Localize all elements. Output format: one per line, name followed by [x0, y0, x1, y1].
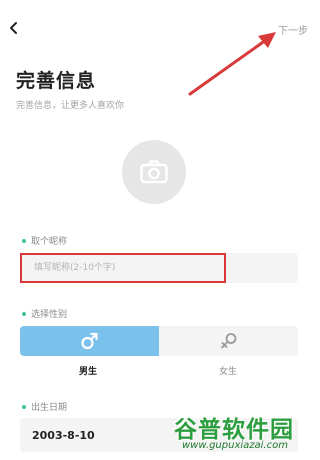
birth-label-text: 出生日期	[31, 403, 68, 413]
female-symbol-icon	[221, 333, 237, 349]
watermark: 谷普软件园 www.gupuxiazai.com	[172, 408, 320, 460]
watermark-url: www.gupuxiazai.com	[182, 440, 288, 451]
avatar-upload-button[interactable]	[122, 140, 186, 204]
page-title: 完善信息	[16, 70, 97, 92]
birth-date-value: 2003-8-10	[32, 429, 95, 442]
page-subtitle: 完善信息，让更多人喜欢你	[16, 101, 125, 111]
gender-female-label: 女生	[219, 367, 238, 377]
nickname-section-label: 取个昵称	[22, 234, 67, 247]
section-dot	[22, 238, 26, 243]
next-step-button[interactable]: 下一步	[278, 22, 308, 37]
gender-section-label: 选择性别	[22, 307, 67, 320]
camera-icon	[140, 160, 168, 184]
section-dot	[22, 404, 26, 409]
gender-option-male[interactable]	[20, 326, 159, 356]
gender-label-text: 选择性别	[31, 310, 68, 320]
male-symbol-icon	[81, 332, 98, 350]
gender-selector	[20, 326, 298, 356]
back-button[interactable]	[8, 20, 20, 36]
birth-section-label: 出生日期	[22, 400, 67, 413]
section-dot	[22, 311, 26, 316]
nickname-label-text: 取个昵称	[31, 237, 68, 247]
chevron-left-icon	[10, 22, 17, 34]
gender-male-label: 男生	[79, 367, 98, 377]
watermark-logo: 谷普软件园	[174, 417, 294, 443]
gender-option-female[interactable]	[159, 326, 298, 356]
nickname-input[interactable]	[20, 253, 226, 283]
